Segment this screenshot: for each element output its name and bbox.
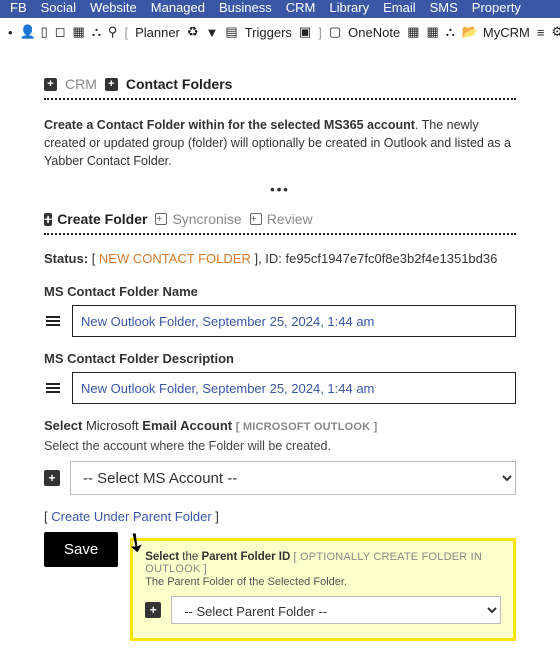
folder-desc-input[interactable] — [72, 372, 516, 404]
parent-box-sub: The Parent Folder of the Selected Folder… — [145, 576, 501, 588]
status-id-label: ID: — [265, 251, 282, 266]
nav-library[interactable]: Library — [329, 0, 369, 15]
triggers-link[interactable]: Triggers — [245, 25, 292, 40]
folder-open-icon[interactable]: 📂 — [462, 24, 476, 40]
filter-icon[interactable]: ▼ — [206, 25, 219, 40]
tab-syncronise[interactable]: + Syncronise — [155, 211, 241, 227]
top-nav: FB Social Website Managed Business CRM L… — [0, 0, 560, 18]
nav-fb[interactable]: FB — [10, 0, 27, 15]
note-icon[interactable]: ▢ — [329, 24, 341, 40]
mycrm-link[interactable]: MyCRM — [483, 25, 530, 40]
account-select-row: + -- Select MS Account -- — [44, 461, 516, 495]
save-button[interactable]: Save — [44, 532, 118, 567]
planner-link[interactable]: Planner — [135, 25, 180, 40]
separator: [ — [124, 25, 128, 40]
plus-outline-icon-2: + — [250, 213, 262, 225]
lines-icon-2 — [44, 372, 62, 404]
people-icon[interactable]: ⛬ — [92, 24, 101, 40]
gear-icon[interactable]: ⚙ — [551, 24, 560, 40]
account-tag: [ MICROSOFT OUTLOOK ] — [236, 421, 378, 433]
toolbar: • 👤 ▯ ◻ ▦ ⛬ ⚲ [ Planner ♻ ▼ ▤ Triggers ▣… — [0, 18, 560, 46]
nav-social[interactable]: Social — [41, 0, 76, 15]
plus-outline-icon: + — [155, 213, 167, 225]
plus-square-icon-3: + — [44, 213, 52, 226]
lines-icon — [44, 305, 62, 337]
nav-business[interactable]: Business — [219, 0, 272, 15]
folder-name-label: MS Contact Folder Name — [44, 284, 516, 299]
tab-review[interactable]: + Review — [250, 211, 313, 227]
tablet-icon[interactable]: ◻ — [55, 24, 66, 40]
group-icon[interactable]: ⛬ — [446, 24, 455, 40]
parent-box-title: Select the Parent Folder ID [ OPTIONALLY… — [145, 551, 501, 575]
parent-folder-link[interactable]: Create Under Parent Folder — [51, 509, 211, 524]
tab-create-folder[interactable]: + Create Folder — [44, 211, 147, 227]
tabs: + Create Folder + Syncronise + Review — [44, 211, 516, 227]
parent-select-row: + -- Select Parent Folder -- — [145, 596, 501, 624]
divider — [44, 98, 516, 100]
separator-close: ] — [318, 25, 322, 40]
breadcrumb: + CRM + Contact Folders — [44, 76, 516, 92]
nav-managed[interactable]: Managed — [151, 0, 205, 15]
intro-text: Create a Contact Folder within for the s… — [44, 116, 516, 170]
nav-crm[interactable]: CRM — [286, 0, 316, 15]
main-content: + CRM + Contact Folders Create a Contact… — [0, 46, 560, 671]
plus-square-icon-4[interactable]: + — [44, 470, 60, 486]
phone-icon[interactable]: ▯ — [41, 24, 48, 40]
folder-name-input[interactable] — [72, 305, 516, 337]
save-disk-icon[interactable]: ▣ — [299, 24, 311, 40]
nav-website[interactable]: Website — [90, 0, 137, 15]
recycle-icon[interactable]: ♻ — [187, 24, 199, 40]
status-line: Status: [ NEW CONTACT FOLDER ], ID: fe95… — [44, 251, 516, 266]
account-select[interactable]: -- Select MS Account -- — [70, 461, 516, 495]
ellipsis-icon: ••• — [44, 182, 516, 197]
folder-name-row — [44, 305, 516, 337]
calendar-icon[interactable]: ▦ — [73, 24, 85, 40]
account-help: Select the account where the Folder will… — [44, 439, 516, 453]
divider-2 — [44, 233, 516, 235]
parent-folder-panel: ➘ Select the Parent Folder ID [ OPTIONAL… — [130, 538, 516, 641]
date-icon[interactable]: ▦ — [426, 24, 438, 40]
parent-folder-select[interactable]: -- Select Parent Folder -- — [171, 596, 501, 624]
account-label: Select Microsoft Email Account [ MICROSO… — [44, 418, 516, 433]
menu-icon[interactable]: ≡ — [537, 25, 545, 40]
breadcrumb-folders: Contact Folders — [126, 76, 233, 92]
tab-review-label: Review — [267, 211, 313, 227]
tab-sync-label: Syncronise — [172, 211, 241, 227]
calendar2-icon[interactable]: ▦ — [407, 24, 419, 40]
status-state: NEW CONTACT FOLDER — [99, 251, 251, 266]
plus-square-icon-5[interactable]: + — [145, 602, 161, 618]
bullet-icon: • — [8, 25, 13, 40]
tab-create-label: Create Folder — [57, 211, 147, 227]
folder-desc-row — [44, 372, 516, 404]
nav-property[interactable]: Property — [472, 0, 521, 15]
breadcrumb-crm[interactable]: CRM — [65, 76, 97, 92]
plus-square-icon[interactable]: + — [44, 78, 57, 91]
sliders-icon[interactable]: ⚲ — [108, 24, 118, 40]
status-id: fe95cf1947e7fc0f8e3b2f4e1351bd36 — [286, 251, 498, 266]
nav-email[interactable]: Email — [383, 0, 416, 15]
status-label: Status: — [44, 251, 88, 266]
folder-desc-label: MS Contact Folder Description — [44, 351, 516, 366]
plus-square-icon-2[interactable]: + — [105, 78, 118, 91]
user-icon[interactable]: 👤 — [20, 24, 34, 40]
intro-bold: Create a Contact Folder within for the s… — [44, 118, 415, 132]
onenote-link[interactable]: OneNote — [348, 25, 400, 40]
list-icon[interactable]: ▤ — [225, 24, 237, 40]
nav-sms[interactable]: SMS — [430, 0, 458, 15]
parent-folder-toggle[interactable]: [ Create Under Parent Folder ] — [44, 509, 516, 524]
